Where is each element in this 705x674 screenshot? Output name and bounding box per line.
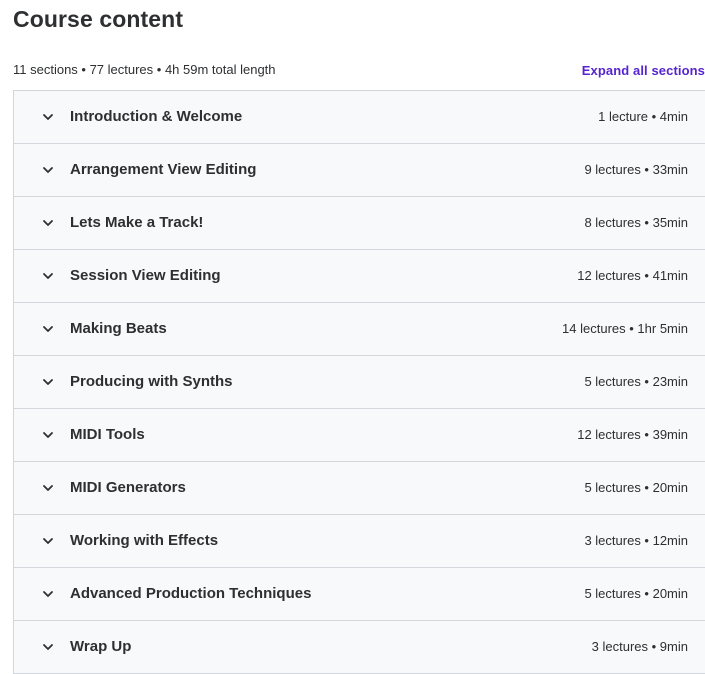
sections-list: Introduction & Welcome 1 lecture • 4min … — [13, 90, 705, 674]
section-row[interactable]: Advanced Production Techniques 5 lecture… — [14, 568, 705, 621]
chevron-down-icon — [41, 481, 55, 495]
section-title: Introduction & Welcome — [70, 108, 243, 125]
section-title: Working with Effects — [70, 532, 219, 549]
page-title: Course content — [13, 6, 184, 32]
section-title: MIDI Tools — [70, 426, 145, 443]
section-title: Arrangement View Editing — [70, 161, 257, 178]
section-row[interactable]: Session View Editing 12 lectures • 41min — [14, 250, 705, 303]
section-row[interactable]: Producing with Synths 5 lectures • 23min — [14, 356, 705, 409]
section-row[interactable]: Working with Effects 3 lectures • 12min — [14, 515, 705, 568]
chevron-down-icon — [41, 110, 55, 124]
course-meta-row: 11 sections • 77 lectures • 4h 59m total… — [13, 60, 705, 80]
chevron-down-icon — [41, 428, 55, 442]
section-lecture-info: 3 lectures • 9min — [591, 639, 688, 654]
chevron-down-icon — [41, 587, 55, 601]
chevron-down-icon — [41, 640, 55, 654]
chevron-down-icon — [41, 534, 55, 548]
section-lecture-info: 8 lectures • 35min — [584, 215, 688, 230]
section-lecture-info: 12 lectures • 39min — [577, 427, 688, 442]
section-lecture-info: 5 lectures • 20min — [584, 586, 688, 601]
section-lecture-info: 9 lectures • 33min — [584, 162, 688, 177]
chevron-down-icon — [41, 375, 55, 389]
section-row[interactable]: Lets Make a Track! 8 lectures • 35min — [14, 197, 705, 250]
section-title: Advanced Production Techniques — [70, 585, 312, 602]
course-summary: 11 sections • 77 lectures • 4h 59m total… — [13, 62, 276, 77]
section-lecture-info: 5 lectures • 23min — [584, 374, 688, 389]
section-title: Producing with Synths — [70, 373, 233, 390]
section-row[interactable]: Introduction & Welcome 1 lecture • 4min — [14, 91, 705, 144]
section-lecture-info: 5 lectures • 20min — [584, 480, 688, 495]
section-lecture-info: 12 lectures • 41min — [577, 268, 688, 283]
chevron-down-icon — [41, 269, 55, 283]
expand-all-sections-button[interactable]: Expand all sections — [582, 61, 705, 81]
section-title: MIDI Generators — [70, 479, 186, 496]
section-row[interactable]: Making Beats 14 lectures • 1hr 5min — [14, 303, 705, 356]
chevron-down-icon — [41, 216, 55, 230]
section-lecture-info: 14 lectures • 1hr 5min — [562, 321, 688, 336]
section-title: Making Beats — [70, 320, 167, 337]
section-title: Lets Make a Track! — [70, 214, 204, 231]
section-title: Session View Editing — [70, 267, 221, 284]
section-row[interactable]: Wrap Up 3 lectures • 9min — [14, 621, 705, 674]
section-lecture-info: 1 lecture • 4min — [598, 109, 688, 124]
section-lecture-info: 3 lectures • 12min — [584, 533, 688, 548]
section-title: Wrap Up — [70, 638, 132, 655]
section-row[interactable]: Arrangement View Editing 9 lectures • 33… — [14, 144, 705, 197]
section-row[interactable]: MIDI Tools 12 lectures • 39min — [14, 409, 705, 462]
section-row[interactable]: MIDI Generators 5 lectures • 20min — [14, 462, 705, 515]
chevron-down-icon — [41, 163, 55, 177]
chevron-down-icon — [41, 322, 55, 336]
